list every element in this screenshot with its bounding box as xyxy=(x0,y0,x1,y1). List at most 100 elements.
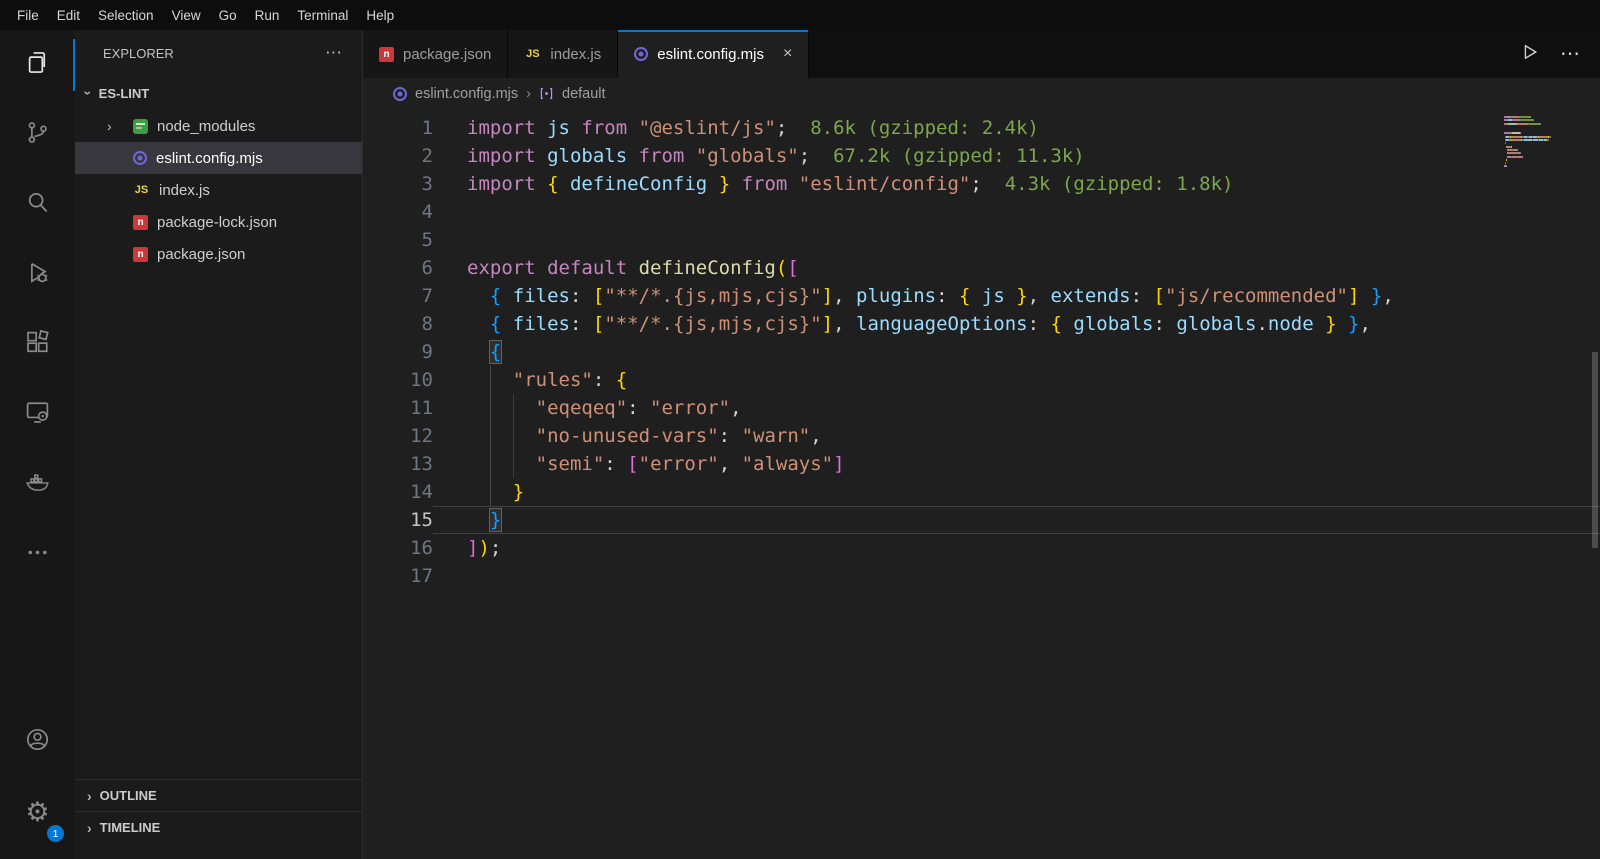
line-number: 14 xyxy=(363,478,433,506)
tree-item-node_modules[interactable]: ›node_modules xyxy=(75,110,362,142)
code-line-12[interactable]: 12 "no-unused-vars": "warn", xyxy=(363,422,1600,450)
panel-timeline[interactable]: ›TIMELINE xyxy=(75,811,362,843)
code-line-17[interactable]: 17 xyxy=(363,562,1600,590)
tree-item-label: node_modules xyxy=(157,118,255,135)
tree-item-eslint.config.mjs[interactable]: eslint.config.mjs xyxy=(75,142,362,174)
tab-label: eslint.config.mjs xyxy=(657,46,764,63)
activity-item-source-control[interactable] xyxy=(0,100,75,170)
line-content: ]); xyxy=(433,534,1600,562)
line-number: 16 xyxy=(363,534,433,562)
menu-item-run[interactable]: Run xyxy=(246,8,289,23)
activity-item-explorer[interactable] xyxy=(0,30,75,100)
line-number: 7 xyxy=(363,282,433,310)
tree-item-package-lock.json[interactable]: npackage-lock.json xyxy=(75,206,362,238)
activity-item-docker[interactable] xyxy=(0,450,75,520)
eslint-icon xyxy=(634,47,648,61)
eslint-icon xyxy=(133,151,147,165)
minimap-line xyxy=(1504,156,1588,158)
code-line-2[interactable]: 2import globals from "globals"; 67.2k (g… xyxy=(363,142,1600,170)
indent-guide xyxy=(513,394,514,478)
explorer-header: EXPLORER ⋯ xyxy=(75,30,362,76)
code-line-9[interactable]: 9 { xyxy=(363,338,1600,366)
line-number: 2 xyxy=(363,142,433,170)
code-line-11[interactable]: 11 "eqeqeq": "error", xyxy=(363,394,1600,422)
activity-item-more[interactable] xyxy=(0,520,75,590)
tab-eslint.config.mjs[interactable]: eslint.config.mjs × xyxy=(618,30,809,78)
tabs: npackage.json JS index.js eslint.config.mjs… xyxy=(363,30,809,78)
activity-bar-spacer xyxy=(0,590,75,707)
tree-item-label: eslint.config.mjs xyxy=(156,150,263,167)
code-line-3[interactable]: 3import { defineConfig } from "eslint/co… xyxy=(363,170,1600,198)
menu-item-help[interactable]: Help xyxy=(357,8,403,23)
line-number: 10 xyxy=(363,366,433,394)
more-actions-icon[interactable]: ⋯ xyxy=(325,43,342,63)
line-number: 6 xyxy=(363,254,433,282)
activity-item-extensions[interactable] xyxy=(0,310,75,380)
breadcrumb-symbol[interactable]: default xyxy=(562,86,606,102)
menu-item-selection[interactable]: Selection xyxy=(89,8,163,23)
eslint-icon xyxy=(393,87,407,101)
sidebar-explorer: EXPLORER ⋯ › ES-LINT ›node_moduleseslint… xyxy=(75,30,363,859)
panel-outline[interactable]: ›OUTLINE xyxy=(75,779,362,811)
minimap[interactable] xyxy=(1504,116,1588,172)
minimap-line xyxy=(1504,152,1588,154)
code-line-16[interactable]: 16]); xyxy=(363,534,1600,562)
menu-item-go[interactable]: Go xyxy=(210,8,246,23)
activity-item-remote-explorer[interactable] xyxy=(0,380,75,450)
scrollbar-thumb[interactable] xyxy=(1592,352,1598,548)
activity-item-run-debug[interactable] xyxy=(0,240,75,310)
tab-package.json[interactable]: npackage.json xyxy=(363,30,508,78)
line-number: 17 xyxy=(363,562,433,590)
run-button[interactable] xyxy=(1520,42,1540,67)
code-line-6[interactable]: 6export default defineConfig([ xyxy=(363,254,1600,282)
panel-label: TIMELINE xyxy=(100,820,161,835)
line-number: 8 xyxy=(363,310,433,338)
minimap-line xyxy=(1504,149,1588,151)
more-actions-icon[interactable]: ⋯ xyxy=(1560,44,1580,64)
code-line-5[interactable]: 5 xyxy=(363,226,1600,254)
menu-item-edit[interactable]: Edit xyxy=(48,8,89,23)
tree-item-index.js[interactable]: JSindex.js xyxy=(75,174,362,206)
tab-index.js[interactable]: JS index.js xyxy=(508,30,618,78)
line-content: export default defineConfig([ xyxy=(433,254,1600,282)
explorer-title: EXPLORER xyxy=(103,46,174,61)
activity-item-account[interactable] xyxy=(0,707,75,777)
code-line-4[interactable]: 4 xyxy=(363,198,1600,226)
menu-item-terminal[interactable]: Terminal xyxy=(288,8,357,23)
menu-item-view[interactable]: View xyxy=(163,8,210,23)
line-number: 1 xyxy=(363,114,433,142)
js-icon: JS xyxy=(524,46,541,63)
minimap-line xyxy=(1504,119,1588,121)
more-icon xyxy=(24,539,51,571)
code-line-15[interactable]: 15 } xyxy=(363,506,1600,534)
code-line-13[interactable]: 13 "semi": ["error", "always"] xyxy=(363,450,1600,478)
minimap-line xyxy=(1504,136,1588,138)
code-area[interactable]: 1import js from "@eslint/js"; 8.6k (gzip… xyxy=(363,110,1600,859)
menu-item-file[interactable]: File xyxy=(8,8,48,23)
activity-item-search[interactable] xyxy=(0,170,75,240)
line-content: { xyxy=(433,338,1600,366)
breadcrumb-file[interactable]: eslint.config.mjs xyxy=(415,86,518,102)
line-number: 3 xyxy=(363,170,433,198)
panel-label: OUTLINE xyxy=(100,788,157,803)
minimap-line xyxy=(1504,139,1588,141)
code-line-8[interactable]: 8 { files: ["**/*.{js,mjs,cjs}"], langua… xyxy=(363,310,1600,338)
node-folder-icon xyxy=(133,119,148,134)
minimap-line xyxy=(1504,162,1588,164)
line-content: "no-unused-vars": "warn", xyxy=(433,422,1600,450)
settings-badge: 1 xyxy=(47,825,64,842)
tab-label: index.js xyxy=(550,46,601,63)
close-icon[interactable]: × xyxy=(783,45,792,63)
code-line-1[interactable]: 1import js from "@eslint/js"; 8.6k (gzip… xyxy=(363,114,1600,142)
line-content xyxy=(433,198,1600,226)
editor-group: npackage.json JS index.js eslint.config.mjs… xyxy=(363,30,1600,859)
code-line-10[interactable]: 10 "rules": { xyxy=(363,366,1600,394)
tree-item-package.json[interactable]: npackage.json xyxy=(75,238,362,270)
activity-item-settings[interactable]: ⚙1 xyxy=(0,777,75,847)
code-line-7[interactable]: 7 { files: ["**/*.{js,mjs,cjs}"], plugin… xyxy=(363,282,1600,310)
minimap-line xyxy=(1504,165,1588,167)
line-content: { files: ["**/*.{js,mjs,cjs}"], language… xyxy=(433,310,1600,338)
editor-actions: ⋯ xyxy=(1500,30,1600,78)
code-line-14[interactable]: 14 } xyxy=(363,478,1600,506)
workspace-section-header[interactable]: › ES-LINT xyxy=(75,76,362,110)
